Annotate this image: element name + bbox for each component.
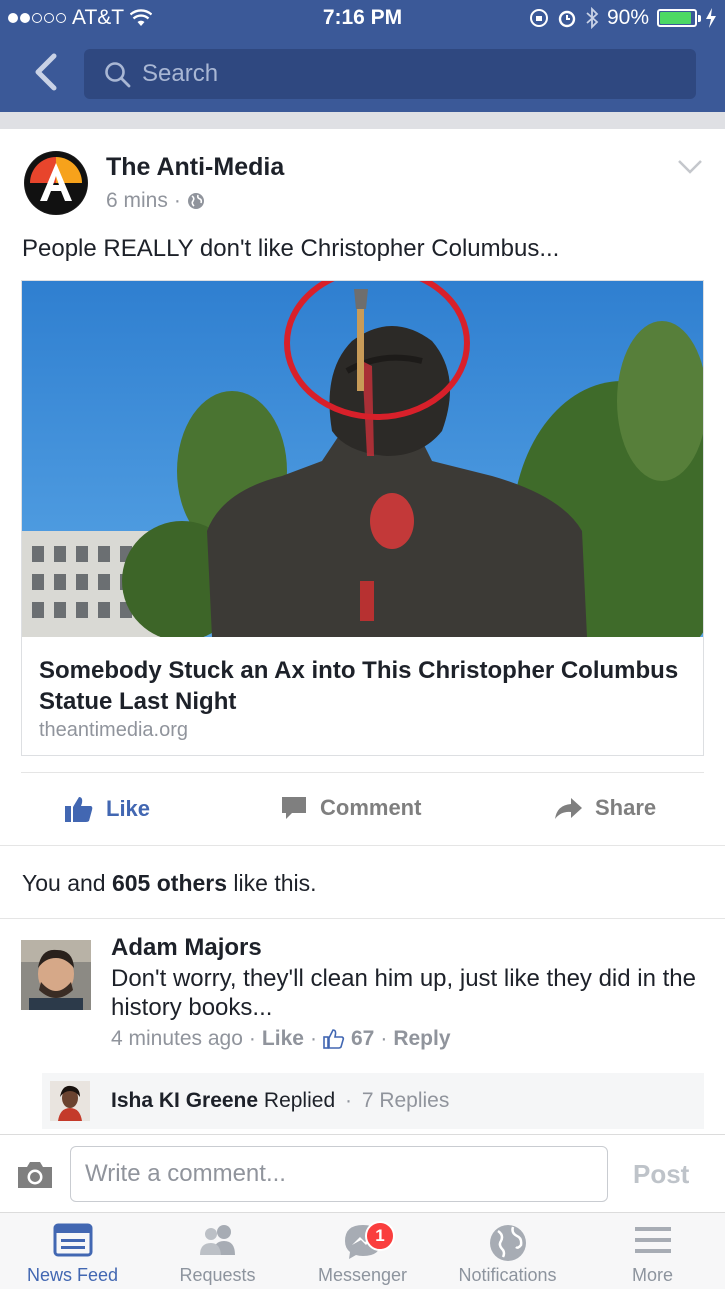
tab-news-feed[interactable]: News Feed	[0, 1213, 145, 1289]
replied-label: Replied	[263, 1089, 336, 1112]
top-header: AT&T 7:16 PM 90%	[0, 0, 725, 112]
tab-label: Messenger	[317, 1265, 408, 1285]
globe-icon	[187, 193, 204, 209]
link-domain: theantimedia.org	[39, 719, 188, 741]
camera-icon[interactable]	[15, 1159, 55, 1191]
page-name[interactable]: The Anti-Media	[106, 153, 284, 182]
bluetooth-icon	[586, 7, 599, 29]
commenter-name[interactable]: Adam Majors	[111, 934, 262, 962]
search-box[interactable]	[84, 49, 696, 99]
battery-percent: 90%	[606, 6, 649, 29]
page-avatar[interactable]	[24, 151, 88, 215]
news-feed-icon	[53, 1223, 92, 1257]
tab-more[interactable]: More	[580, 1213, 725, 1289]
replier-avatar	[50, 1081, 90, 1121]
likes-summary[interactable]: You and 605 others like this.	[22, 870, 317, 897]
status-bar: AT&T 7:16 PM 90%	[0, 0, 725, 38]
post-text: People REALLY don't like Christopher Col…	[22, 235, 560, 262]
divider	[21, 772, 704, 773]
tab-label: More	[631, 1265, 673, 1285]
meta-separator: ·	[309, 1027, 317, 1050]
globe-icon	[489, 1225, 526, 1261]
menu-icon	[634, 1227, 671, 1253]
alarm-icon	[558, 10, 576, 28]
meta-separator: ·	[248, 1027, 256, 1050]
reply-summary: Isha KI Greene Replied · 7 Replies	[111, 1089, 449, 1113]
thumbs-up-icon	[65, 797, 93, 822]
reply-count[interactable]: 7 Replies	[362, 1089, 450, 1112]
feed-divider	[0, 112, 725, 129]
like-label: Like	[106, 796, 151, 821]
search-icon	[105, 62, 131, 88]
divider	[0, 918, 725, 919]
rotation-lock-icon	[529, 9, 548, 27]
likes-count: 605 others	[111, 870, 228, 896]
share-button[interactable]: Share	[553, 795, 656, 821]
post-actions: Like Comment Share	[0, 775, 725, 843]
comment-icon	[282, 797, 306, 819]
share-label: Share	[595, 795, 657, 820]
comment-meta: 4 minutes ago · Like · 67 · Reply	[111, 1027, 451, 1051]
reply-count-separator: ·	[344, 1089, 352, 1112]
battery-icon	[657, 9, 701, 27]
meta-separator: ·	[173, 189, 181, 212]
comment-input[interactable]	[70, 1146, 608, 1202]
anti-media-logo	[25, 152, 87, 214]
tab-messenger[interactable]: 1 Messenger	[290, 1213, 435, 1289]
tab-requests[interactable]: Requests	[145, 1213, 290, 1289]
post-time[interactable]: 6 mins	[106, 189, 168, 213]
replier-name[interactable]: Isha KI Greene	[111, 1089, 258, 1112]
comment-label: Comment	[320, 795, 422, 820]
charging-icon	[706, 8, 716, 28]
post-meta: 6 mins ·	[106, 189, 205, 213]
thumbs-up-outline-icon	[323, 1029, 345, 1049]
replies-preview[interactable]: Isha KI Greene Replied · 7 Replies	[42, 1073, 704, 1129]
avatar	[21, 940, 91, 1010]
tab-label: Notifications	[458, 1265, 557, 1285]
chevron-down-icon[interactable]	[677, 159, 703, 175]
post-comment-button[interactable]: Post	[633, 1159, 689, 1190]
friends-icon	[199, 1225, 235, 1255]
link-image[interactable]	[22, 281, 703, 637]
comment-composer: Post	[0, 1134, 725, 1212]
commenter-avatar[interactable]	[21, 940, 91, 1010]
like-button[interactable]: Like	[64, 795, 150, 823]
likes-prefix: You and	[22, 870, 112, 896]
comment-text: Don't worry, they'll clean him up, just …	[111, 965, 696, 1021]
divider	[0, 845, 725, 846]
status-right: 90%	[529, 6, 717, 30]
tab-label: Requests	[179, 1265, 256, 1285]
comment-like-link[interactable]: Like	[262, 1027, 304, 1051]
link-title[interactable]: Somebody Stuck an Ax into This Christoph…	[39, 655, 679, 717]
back-arrow-icon[interactable]	[30, 52, 64, 92]
statue-photo	[22, 281, 703, 637]
messenger-badge: 1	[365, 1221, 395, 1251]
tab-notifications[interactable]: Notifications	[435, 1213, 580, 1289]
tab-label: News Feed	[26, 1265, 119, 1285]
likes-suffix: like this.	[227, 870, 317, 896]
meta-separator: ·	[380, 1027, 388, 1050]
comment-button[interactable]: Comment	[280, 795, 421, 821]
comment-reply-link[interactable]: Reply	[393, 1027, 450, 1051]
search-input[interactable]	[142, 49, 682, 99]
link-preview-card[interactable]: Somebody Stuck an Ax into This Christoph…	[21, 280, 704, 756]
comment-like-count[interactable]: 67	[351, 1027, 374, 1051]
comment-time: 4 minutes ago	[111, 1027, 243, 1050]
bottom-tab-bar: News Feed Requests 1 Messenger Notificat…	[0, 1212, 725, 1289]
share-icon	[555, 798, 582, 819]
avatar	[50, 1081, 90, 1121]
